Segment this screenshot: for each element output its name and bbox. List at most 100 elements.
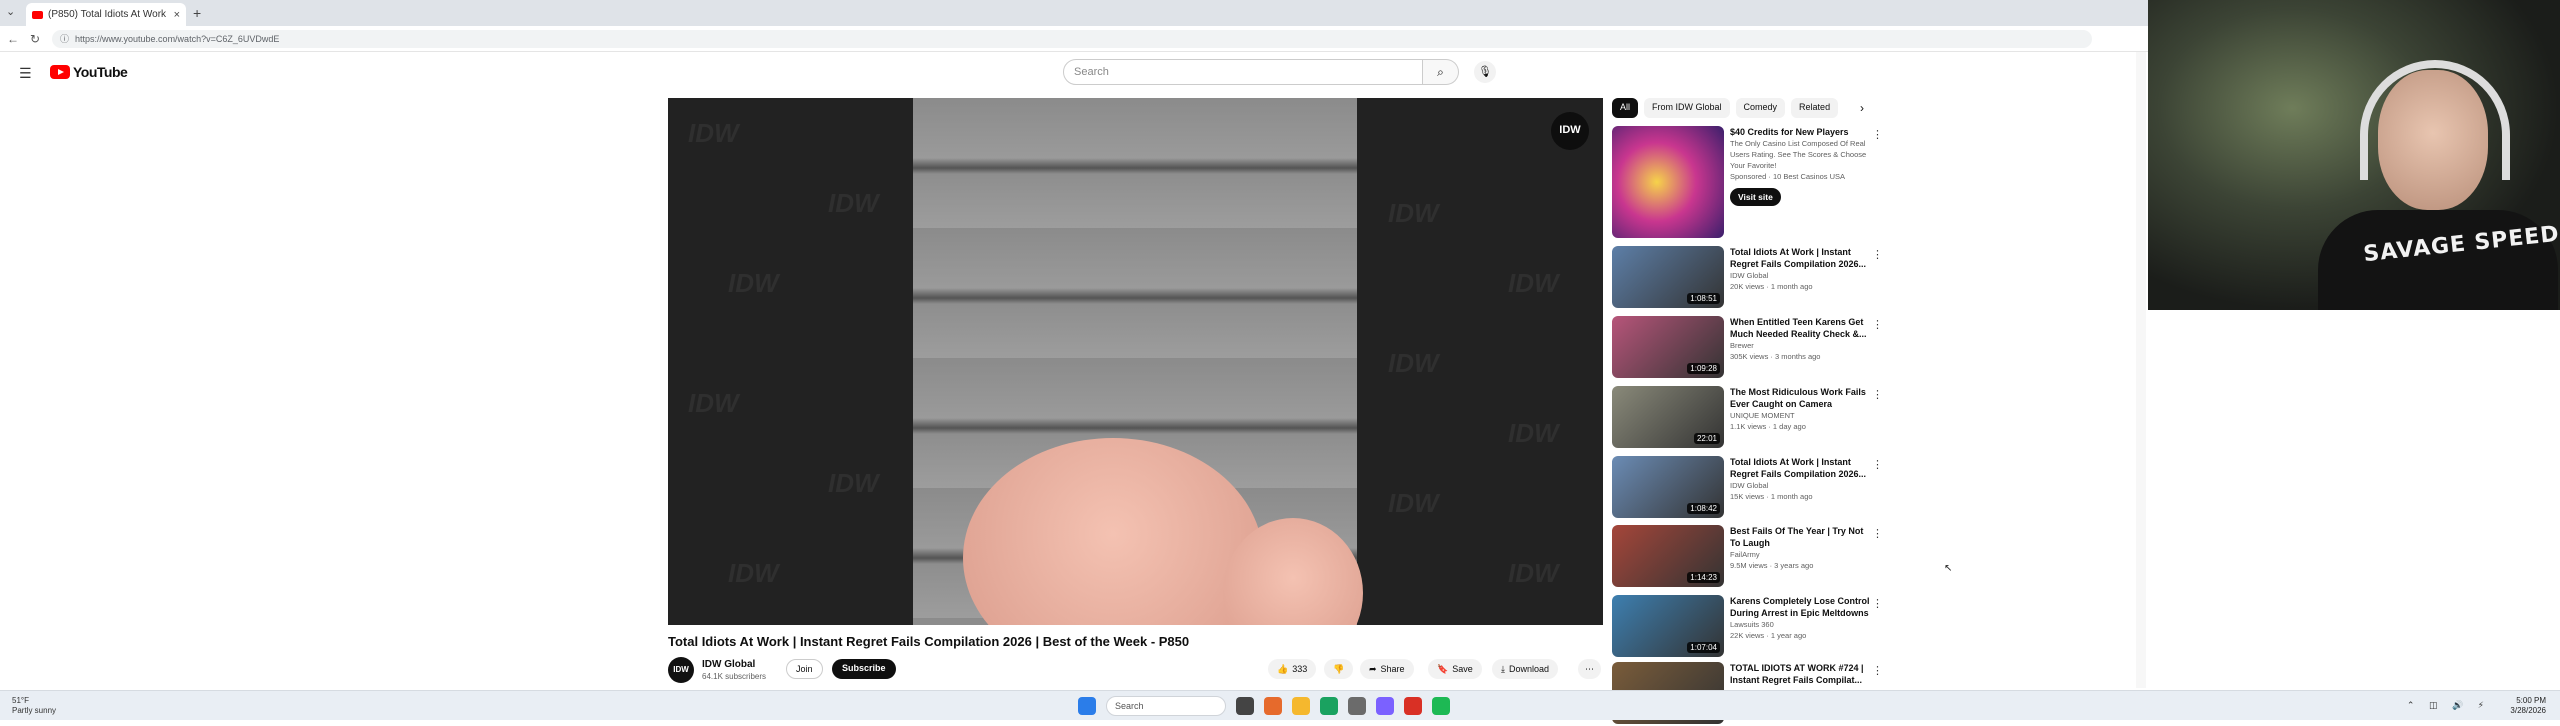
channel-name[interactable]: Lawsuits 360 — [1730, 619, 1870, 630]
join-button[interactable]: Join — [786, 659, 823, 679]
windows-start-icon[interactable] — [1078, 697, 1096, 715]
edge-browser-icon[interactable] — [1320, 697, 1338, 715]
back-icon[interactable]: ← — [4, 32, 22, 46]
url-field[interactable]: ⓘ https://www.youtube.com/watch?v=C6Z_6U… — [52, 29, 2092, 48]
channel-name[interactable]: FailArmy — [1730, 549, 1870, 560]
tab-menu-icon[interactable]: ⌄ — [6, 5, 15, 18]
save-button[interactable]: 🔖 Save — [1428, 659, 1482, 679]
channel-name[interactable]: IDW Global — [1730, 270, 1870, 281]
watermark: IDW — [828, 188, 879, 218]
more-vert-icon[interactable]: ⋮ — [1872, 664, 1883, 677]
video-title[interactable]: Total Idiots At Work | Instant Regret Fa… — [1730, 246, 1870, 270]
video-thumbnail[interactable]: 1:08:42 — [1612, 456, 1724, 518]
video-title[interactable]: TOTAL IDIOTS AT WORK #724 | Instant Regr… — [1730, 662, 1870, 686]
visit-site-button[interactable]: Visit site — [1730, 188, 1781, 206]
ad-thumbnail[interactable] — [1612, 126, 1724, 238]
watermark: IDW — [828, 468, 879, 498]
video-thumbnail[interactable]: 22:01 — [1612, 386, 1724, 448]
channel-watermark-badge[interactable]: IDW — [1551, 112, 1589, 150]
video-title[interactable]: The Most Ridiculous Work Fails Ever Caug… — [1730, 386, 1870, 410]
channel-name[interactable]: Brewer — [1730, 340, 1870, 351]
chevron-right-icon[interactable]: › — [1860, 101, 1864, 115]
subscribe-button[interactable]: Subscribe — [832, 659, 896, 679]
address-bar-row: ← ↻ ⓘ https://www.youtube.com/watch?v=C6… — [0, 26, 2148, 52]
chip-related[interactable]: Related — [1791, 98, 1839, 118]
more-actions-button[interactable]: ⋯ — [1578, 659, 1601, 679]
video-stats: 305K views · 3 months ago — [1730, 352, 1821, 361]
video-thumbnail[interactable]: 1:14:23 — [1612, 525, 1724, 587]
more-vert-icon[interactable]: ⋮ — [1872, 248, 1883, 261]
download-label: Download — [1508, 664, 1550, 674]
thumbs-up-icon: 👍 — [1277, 663, 1289, 674]
store-icon[interactable] — [1264, 697, 1282, 715]
watermark: IDW — [688, 118, 739, 148]
chip-from-channel[interactable]: From IDW Global — [1644, 98, 1730, 118]
clock[interactable]: 5:00 PM 3/28/2026 — [2510, 696, 2546, 716]
weather-widget[interactable]: 51°F Partly sunny — [12, 696, 56, 716]
channel-row: IDW IDW Global 64.1K subscribers Join Su… — [668, 656, 1603, 684]
voice-search-button[interactable]: 🎙 — [1474, 61, 1496, 83]
task-view-icon[interactable] — [1236, 697, 1254, 715]
recommended-video[interactable]: 22:01 The Most Ridiculous Work Fails Ever… — [1612, 386, 1883, 450]
chip-comedy[interactable]: Comedy — [1735, 98, 1786, 118]
ad-item[interactable]: $40 Credits for New Players The Only Cas… — [1612, 126, 1883, 241]
thumbs-down-icon: 👎 — [1333, 663, 1345, 674]
recommended-video[interactable]: 1:14:23 Best Fails Of The Year | Try Not … — [1612, 525, 1883, 589]
menu-icon[interactable]: ☰ — [19, 65, 32, 82]
chip-all[interactable]: All — [1612, 98, 1639, 118]
watermark: IDW — [728, 558, 779, 588]
dislike-button[interactable]: 👎 — [1324, 659, 1354, 679]
channel-name[interactable]: UNIQUE MOMENT — [1730, 410, 1870, 421]
more-vert-icon[interactable]: ⋮ — [1872, 527, 1883, 540]
tab-title: (P850) Total Idiots At Work | In — [48, 9, 169, 20]
share-icon: ➦ — [1369, 663, 1377, 674]
more-vert-icon[interactable]: ⋮ — [1872, 597, 1883, 610]
more-vert-icon[interactable]: ⋮ — [1872, 458, 1883, 471]
video-title[interactable]: When Entitled Teen Karens Get Much Neede… — [1730, 316, 1870, 340]
spotify-icon[interactable] — [1432, 697, 1450, 715]
duration-badge: 1:08:51 — [1687, 293, 1720, 304]
bookmark-icon: 🔖 — [1437, 663, 1449, 674]
new-tab-icon[interactable]: + — [193, 5, 201, 21]
mouse-cursor-icon: ↖ — [1944, 563, 1953, 574]
chrome-icon[interactable] — [1404, 697, 1422, 715]
channel-avatar[interactable]: IDW — [668, 657, 694, 683]
download-button[interactable]: ⤓ Download — [1492, 659, 1559, 679]
discord-icon[interactable] — [1376, 697, 1394, 715]
scrollbar[interactable] — [2136, 52, 2146, 688]
recommended-video[interactable]: 1:08:42 Total Idiots At Work | Instant Re… — [1612, 456, 1883, 520]
recommended-video[interactable]: 1:09:28 When Entitled Teen Karens Get Muc… — [1612, 316, 1883, 380]
duration-badge: 1:14:23 — [1687, 572, 1720, 583]
recommended-video[interactable]: 1:08:51 Total Idiots At Work | Instant Re… — [1612, 246, 1883, 310]
youtube-logo[interactable]: YouTube — [50, 64, 128, 80]
download-icon: ⤓ — [1501, 663, 1505, 674]
file-explorer-icon[interactable] — [1292, 697, 1310, 715]
search-button[interactable]: ⌕ — [1423, 59, 1459, 85]
site-info-icon[interactable]: ⓘ — [60, 32, 69, 45]
weather-desc: Partly sunny — [12, 706, 57, 715]
watermark: IDW — [688, 388, 739, 418]
weather-temp: 51°F — [12, 696, 29, 705]
system-tray[interactable]: ⌃ ◫ 🔊 ⚡ — [2407, 700, 2490, 711]
search-input[interactable]: Search — [1063, 59, 1423, 85]
refresh-icon[interactable]: ↻ — [26, 32, 44, 46]
close-tab-icon[interactable]: × — [174, 9, 180, 21]
video-thumbnail[interactable]: 1:09:28 — [1612, 316, 1724, 378]
taskbar-search[interactable]: Search — [1106, 696, 1226, 716]
app-icon[interactable] — [1348, 697, 1366, 715]
more-vert-icon[interactable]: ⋮ — [1872, 318, 1883, 331]
video-thumbnail[interactable]: 1:07:04 — [1612, 595, 1724, 657]
like-button[interactable]: 👍 333 — [1268, 659, 1317, 679]
video-thumbnail[interactable]: 1:08:51 — [1612, 246, 1724, 308]
video-player[interactable]: IDW IDW IDW IDW IDW IDW IDW IDW IDW IDW … — [668, 98, 1603, 625]
channel-name[interactable]: IDW Global — [1730, 480, 1870, 491]
video-title[interactable]: Total Idiots At Work | Instant Regret Fa… — [1730, 456, 1870, 480]
channel-name[interactable]: IDW Global — [702, 659, 755, 670]
share-button[interactable]: ➦ Share — [1360, 659, 1414, 679]
recommended-video[interactable]: 1:07:04 Karens Completely Lose Control Du… — [1612, 595, 1883, 659]
more-vert-icon[interactable]: ⋮ — [1872, 388, 1883, 401]
more-vert-icon[interactable]: ⋮ — [1872, 128, 1883, 141]
video-title[interactable]: Best Fails Of The Year | Try Not To Laug… — [1730, 525, 1870, 549]
video-title[interactable]: Karens Completely Lose Control During Ar… — [1730, 595, 1870, 619]
browser-tab-active[interactable]: (P850) Total Idiots At Work | In × — [26, 3, 186, 26]
